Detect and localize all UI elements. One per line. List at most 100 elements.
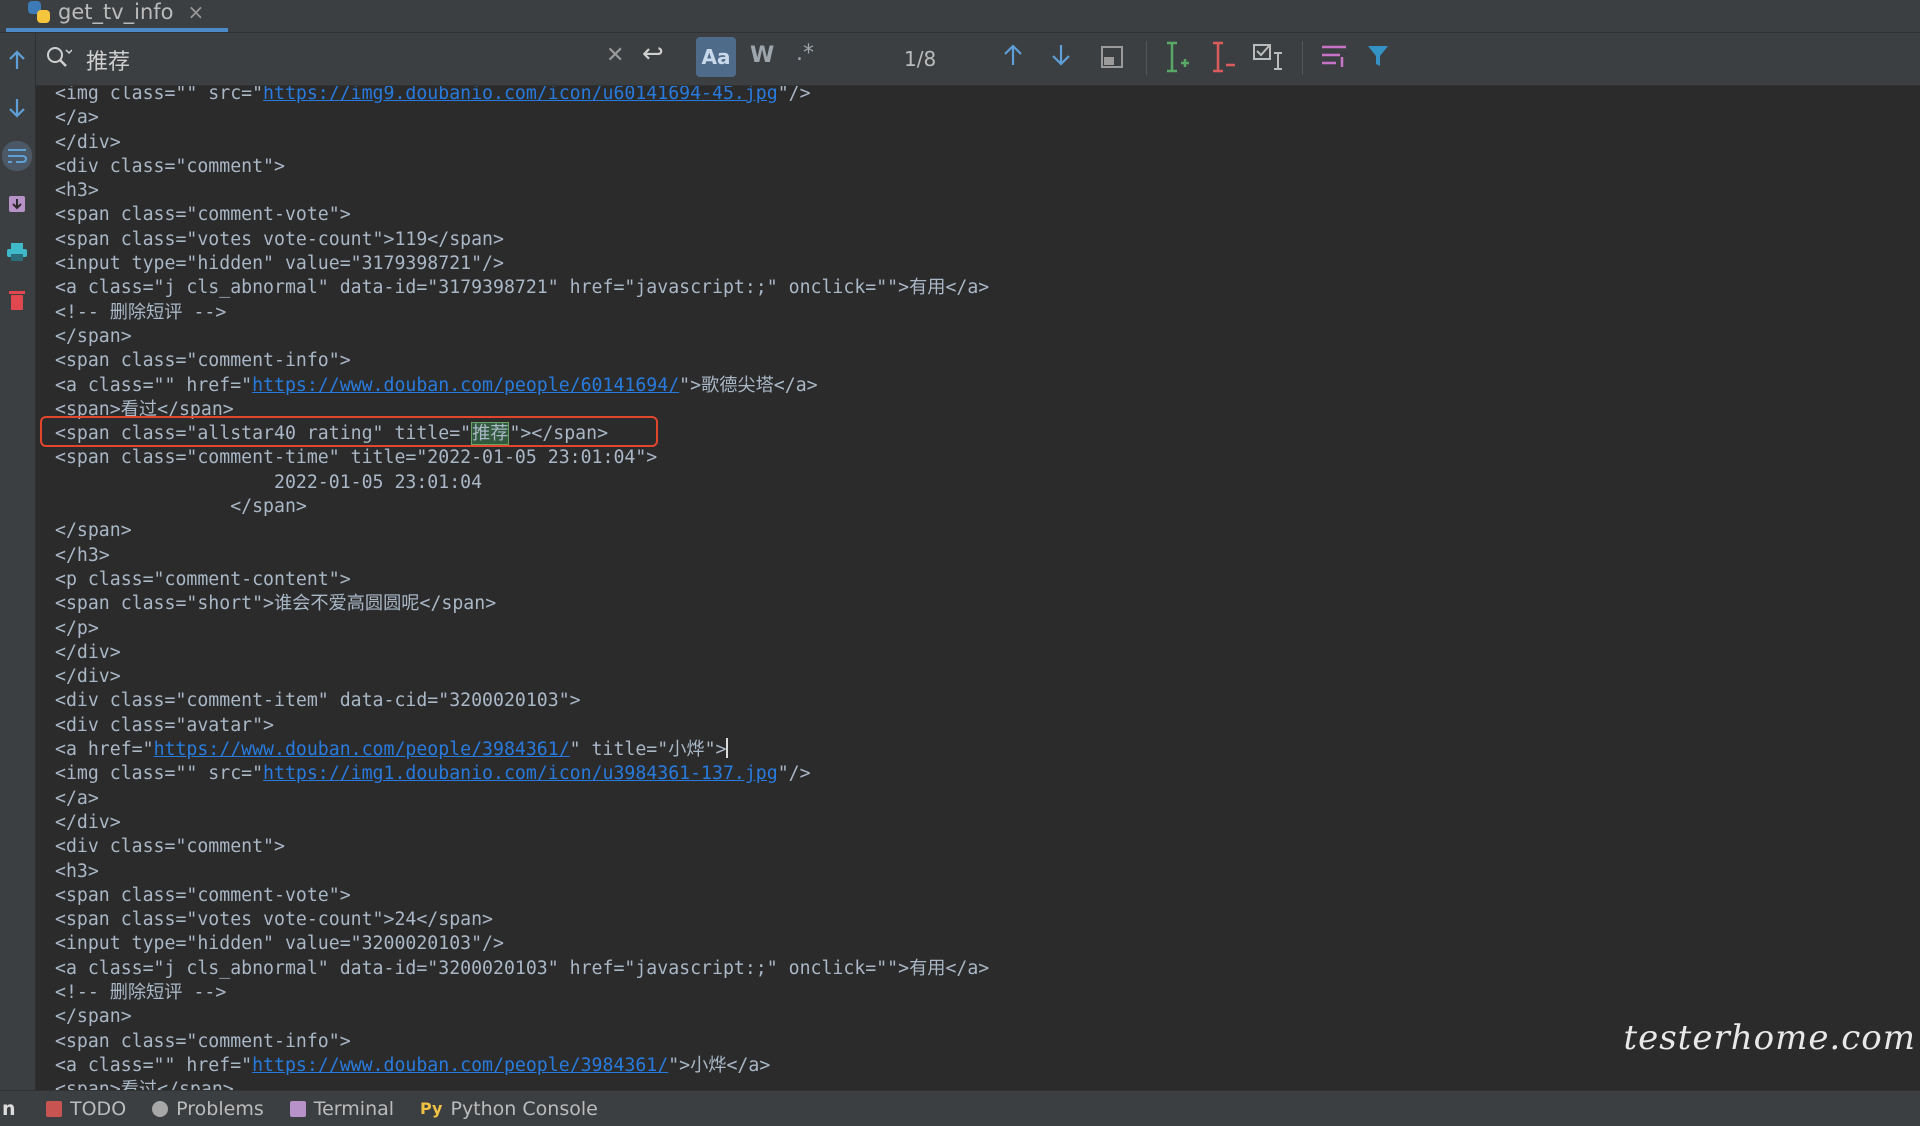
words-toggle[interactable]: W [750,43,774,68]
code-line: <span class="comment-info"> [55,1030,989,1054]
code-text: <input type="hidden" value="3200020103"/… [55,933,504,955]
match-case-toggle[interactable]: Aa [696,37,736,77]
code-text: <p class="comment-content"> [55,568,351,590]
code-text: "/> [777,86,811,104]
code-line: <span class="comment-vote"> [55,203,989,227]
code-text: <h3> [55,860,99,882]
terminal-tool-window-button[interactable]: Terminal [289,1098,394,1120]
python-console-label: Python Console [450,1097,598,1120]
code-line: <img class="" src="https://img9.doubanio… [55,86,989,106]
code-line: <span class="votes vote-count">119</span… [55,228,989,252]
select-all-occurrences-icon[interactable] [1100,45,1124,73]
code-text: </p> [55,617,99,639]
code-text: </span> [55,1006,132,1028]
filter-search-results-icon[interactable] [1320,43,1348,73]
code-line: <!-- 删除短评 --> [55,301,989,325]
toolbar-separator [1302,41,1303,75]
tool-window-bar: n TODO Problems Terminal Py Python Conso… [0,1090,1920,1126]
previous-occurrence-icon[interactable] [1002,42,1024,72]
annotation-highlight-box [40,416,658,447]
search-input[interactable] [84,41,608,79]
code-text: </span> [55,496,307,518]
code-line: <p class="comment-content"> [55,568,989,592]
code-text: <span class="short">谁会不爱高圆圆呢</span> [55,593,497,615]
code-line: <span class="comment-info"> [55,349,989,373]
left-tool-strip [0,33,36,1090]
code-text: <span class="comment-time" title="2022-0… [55,447,658,469]
code-text: </span> [55,325,132,347]
code-url-link[interactable]: https://img9.doubanio.com/icon/u60141694… [263,86,778,104]
tab-label: get_tv_info [58,0,174,24]
code-text: <a class="" href=" [55,1054,253,1076]
tab-get-tv-info[interactable]: get_tv_info × [6,0,228,32]
code-line: <div class="comment-item" data-cid="3200… [55,689,989,713]
scroll-down-icon[interactable] [2,93,32,123]
find-bar: ✕ ↩ Aa W .* 1/8 [36,33,1920,86]
code-line: <div class="comment"> [55,835,989,859]
next-occurrence-icon[interactable] [1050,42,1072,72]
select-all-occurrences-check-icon[interactable] [1252,41,1286,77]
code-text: <div class="comment"> [55,836,285,858]
filter-icon[interactable] [1366,43,1390,73]
code-text: </span> [55,520,132,542]
clear-search-icon[interactable]: ✕ [606,43,624,68]
code-line: <a class="j cls_abnormal" data-id="31793… [55,276,989,300]
todo-tool-window-button[interactable]: TODO [46,1098,126,1120]
code-line: <input type="hidden" value="3179398721"/… [55,252,989,276]
code-line: </a> [55,787,989,811]
regex-toggle[interactable]: .* [796,41,814,66]
code-text: "/> [777,763,811,785]
code-url-link[interactable]: https://img1.doubanio.com/icon/u3984361-… [263,763,778,784]
print-icon[interactable] [2,237,32,267]
code-text: <input type="hidden" value="3179398721"/… [55,253,504,275]
code-line: <span>看过</span> [55,1078,989,1090]
code-line: <a class="" href="https://www.douban.com… [55,1054,989,1078]
code-line: <!-- 删除短评 --> [55,981,989,1005]
match-count: 1/8 [904,47,937,71]
code-text: ">歌德尖塔</a> [679,374,818,396]
code-line: </p> [55,617,989,641]
code-line: </div> [55,641,989,665]
code-text: <div class="comment-item" data-cid="3200… [55,690,581,712]
code-text: <img class="" src=" [55,763,264,785]
code-text: <div class="avatar"> [55,714,274,736]
code-url-link[interactable]: https://www.douban.com/people/3984361/ [154,739,570,760]
add-selection-for-next-occurrence-icon[interactable] [1162,41,1190,77]
code-line: <span class="comment-time" title="2022-0… [55,446,989,470]
code-line: <h3> [55,179,989,203]
python-console-icon: Py [420,1099,443,1118]
code-text: <a class="" href=" [55,374,253,396]
code-editor[interactable]: <img class="" src="https://img9.doubanio… [36,86,1920,1090]
close-tab-icon[interactable]: × [188,0,205,24]
problems-tool-window-button[interactable]: Problems [152,1098,264,1120]
code-text: <!-- 删除短评 --> [55,981,227,1003]
code-text: <span class="comment-vote"> [55,884,351,906]
code-line: <span class="votes vote-count">24</span> [55,908,989,932]
code-line: <span class="comment-vote"> [55,884,989,908]
terminal-icon [289,1100,306,1117]
code-text: " title="小烨"> [569,739,727,761]
new-line-icon[interactable]: ↩ [642,39,664,69]
code-line: <div class="comment"> [55,155,989,179]
code-line: <img class="" src="https://img1.doubanio… [55,762,989,786]
code-line: <span class="short">谁会不爱高圆圆呢</span> [55,592,989,616]
code-text: <!-- 删除短评 --> [55,301,227,323]
code-text: ">小烨</a> [668,1054,771,1076]
code-text: 2022-01-05 23:01:04 [55,471,483,493]
code-text: <img class="" src=" [55,86,264,104]
python-console-tool-window-button[interactable]: Py Python Console [420,1098,598,1120]
search-icon [46,46,73,74]
delete-icon[interactable] [2,285,32,315]
scroll-up-icon[interactable] [2,45,32,75]
code-url-link[interactable]: https://www.douban.com/people/3984361/ [252,1055,668,1076]
code-url-link[interactable]: https://www.douban.com/people/60141694/ [252,375,679,396]
code-line: 2022-01-05 23:01:04 [55,471,989,495]
problems-icon [152,1100,169,1117]
code-line: </div> [55,811,989,835]
scroll-to-end-icon[interactable] [2,189,32,219]
code-text: <span class="votes vote-count">24</span> [55,909,493,931]
code-text: <div class="comment"> [55,155,285,177]
problems-label: Problems [176,1097,264,1120]
unselect-occurrence-icon[interactable] [1208,41,1236,77]
soft-wrap-icon[interactable] [2,141,32,171]
